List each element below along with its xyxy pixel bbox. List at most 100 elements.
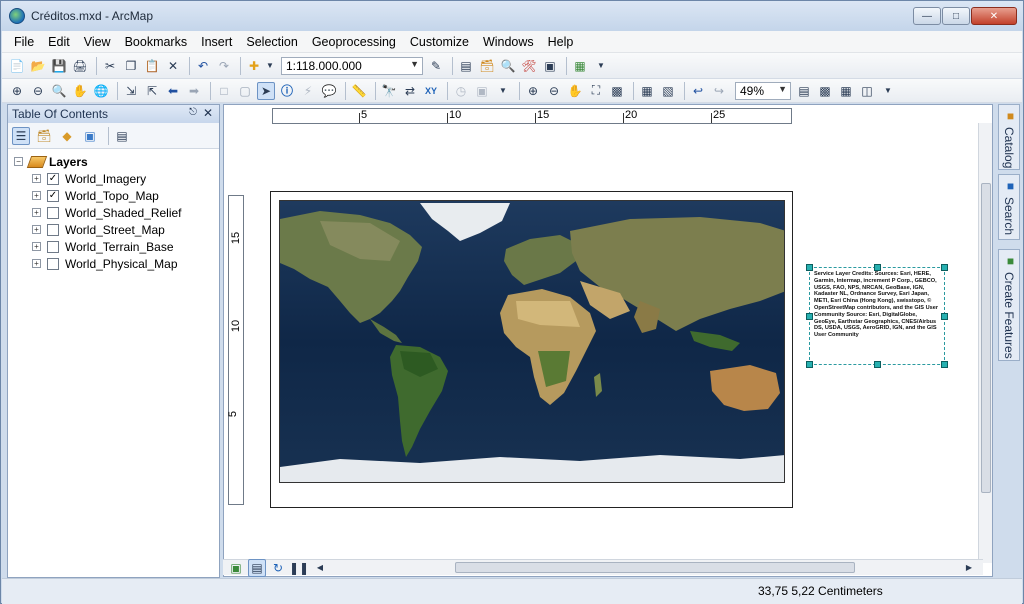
forward-extent-icon[interactable]: ➡ (185, 82, 203, 100)
go-forward-extent-icon[interactable]: ↪ (710, 82, 728, 100)
create-features-tab[interactable]: ■ Create Features (998, 249, 1020, 361)
open-folder-icon[interactable]: 📂 (29, 57, 47, 75)
toc-options-icon[interactable]: ▤ (113, 127, 131, 145)
model-builder-icon[interactable]: ▦ (571, 57, 589, 75)
arctoolbox-icon[interactable]: 🛠 (520, 57, 538, 75)
save-icon[interactable]: 💾 (50, 57, 68, 75)
scroll-right-icon[interactable]: ▶ (960, 559, 978, 577)
pan-hand-icon[interactable]: ✋ (71, 82, 89, 100)
layer-visibility-checkbox[interactable]: ✓ (47, 189, 59, 202)
table-of-contents-icon[interactable]: ▤ (457, 57, 475, 75)
layer-row[interactable]: + ✓ World_Imagery (14, 170, 219, 187)
expand-icon[interactable]: + (32, 174, 41, 183)
editor-toolbar-icon[interactable]: ✎ (427, 57, 445, 75)
menu-insert[interactable]: Insert (201, 35, 232, 49)
scrollbar-thumb[interactable] (981, 183, 991, 493)
close-button[interactable]: ✕ (971, 7, 1017, 25)
html-popup-icon[interactable]: 💬 (320, 82, 338, 100)
layout-zoom-in-icon[interactable]: ⊕ (524, 82, 542, 100)
menu-edit[interactable]: Edit (48, 35, 70, 49)
data-frame-world-map[interactable] (279, 200, 785, 483)
full-extent-globe-icon[interactable]: 🌐 (92, 82, 110, 100)
layer-row[interactable]: + World_Terrain_Base (14, 238, 219, 255)
refresh-icon[interactable]: ↻ (269, 559, 287, 577)
layer-visibility-checkbox[interactable] (47, 240, 59, 253)
back-extent-icon[interactable]: ⬅ (164, 82, 182, 100)
resize-handle[interactable] (806, 264, 813, 271)
clear-selection-icon[interactable]: ▢ (236, 82, 254, 100)
menu-help[interactable]: Help (548, 35, 574, 49)
expand-icon[interactable]: + (32, 208, 41, 217)
list-by-source-icon[interactable]: 🗃 (35, 127, 53, 145)
measure-icon[interactable]: 📏 (350, 82, 368, 100)
menu-file[interactable]: File (14, 35, 34, 49)
cut-icon[interactable]: ✂ (101, 57, 119, 75)
data-view-icon[interactable]: ▣ (227, 559, 245, 577)
find-route-icon[interactable]: ⇄ (401, 82, 419, 100)
menu-geoprocessing[interactable]: Geoprocessing (312, 35, 396, 49)
layer-visibility-checkbox[interactable] (47, 257, 59, 270)
layout-view-icon[interactable]: ▤ (248, 558, 266, 577)
layer-row[interactable]: + World_Physical_Map (14, 255, 219, 272)
chevron-down-icon[interactable]: ▼ (266, 57, 274, 75)
layer-row[interactable]: + ✓ World_Topo_Map (14, 187, 219, 204)
python-window-icon[interactable]: ▣ (541, 57, 559, 75)
expand-icon[interactable]: + (32, 259, 41, 268)
menu-windows[interactable]: Windows (483, 35, 534, 49)
change-layout-icon[interactable]: ▦ (837, 82, 855, 100)
fixed-zoom-out-layout-icon[interactable]: ▧ (659, 82, 677, 100)
fixed-zoom-in-layout-icon[interactable]: ▦ (638, 82, 656, 100)
delete-icon[interactable]: ✕ (164, 57, 182, 75)
new-document-icon[interactable]: 📄 (8, 57, 26, 75)
resize-handle[interactable] (941, 361, 948, 368)
resize-handle[interactable] (806, 313, 813, 320)
zoom-whole-page-icon[interactable]: ⛶ (587, 82, 605, 100)
expand-icon[interactable]: + (32, 225, 41, 234)
fixed-zoom-out-icon[interactable]: ⇱ (143, 82, 161, 100)
fixed-zoom-in-icon[interactable]: ⇲ (122, 82, 140, 100)
copy-icon[interactable]: ❐ (122, 57, 140, 75)
identify-icon[interactable]: ⓘ (278, 82, 296, 100)
zoom-100-percent-icon[interactable]: ▩ (608, 82, 626, 100)
maximize-button[interactable]: □ (942, 7, 970, 25)
paste-icon[interactable]: 📋 (143, 57, 161, 75)
list-by-selection-icon[interactable]: ▣ (81, 127, 99, 145)
zoom-in-icon[interactable]: ⊕ (8, 82, 26, 100)
layer-row[interactable]: + World_Shaded_Relief (14, 204, 219, 221)
layer-row[interactable]: + World_Street_Map (14, 221, 219, 238)
resize-handle[interactable] (806, 361, 813, 368)
map-scale-combo[interactable]: 1:118.000.000 ▼ (281, 56, 423, 75)
close-icon[interactable]: ✕ (203, 106, 213, 120)
scroll-left-icon[interactable]: ◀ (311, 559, 329, 577)
layer-visibility-checkbox[interactable] (47, 206, 59, 219)
layout-pan-icon[interactable]: ✋ (566, 82, 584, 100)
menu-selection[interactable]: Selection (246, 35, 297, 49)
print-icon[interactable]: 🖨 (71, 57, 89, 75)
resize-handle[interactable] (941, 264, 948, 271)
viewer-window-icon[interactable]: ▣ (473, 82, 491, 100)
expand-icon[interactable]: + (32, 191, 41, 200)
time-slider-icon[interactable]: ◷ (452, 82, 470, 100)
list-by-visibility-icon[interactable]: ◆ (58, 127, 76, 145)
toolbar-options-icon[interactable]: ▼ (879, 82, 897, 100)
redo-icon[interactable]: ↷ (215, 57, 233, 75)
data-driven-pages-icon[interactable]: ◫ (858, 82, 876, 100)
catalog-tab[interactable]: ■ Catalog (998, 104, 1020, 170)
zoom-out-icon[interactable]: ⊖ (29, 82, 47, 100)
minimize-button[interactable]: — (913, 7, 941, 25)
layout-view[interactable]: 5 10 15 20 25 15 10 5 Service Layer Cred… (223, 104, 993, 577)
horizontal-scrollbar[interactable]: ▣ ▤ ↻ ❚❚ ◀ ▶ (223, 558, 983, 577)
go-to-xy-icon[interactable]: XY (422, 82, 440, 100)
hyperlink-icon[interactable]: ⚡ (299, 82, 317, 100)
collapse-icon[interactable]: − (14, 157, 23, 166)
resize-handle[interactable] (874, 361, 881, 368)
catalog-window-icon[interactable]: 🗃 (478, 57, 496, 75)
toggle-draft-mode-icon[interactable]: ▤ (795, 82, 813, 100)
menu-customize[interactable]: Customize (410, 35, 469, 49)
credits-text-element[interactable]: Service Layer Credits: Sources: Esri, HE… (806, 264, 948, 368)
pause-drawing-icon[interactable]: ❚❚ (289, 559, 309, 577)
toolbar-options-icon[interactable]: ▼ (592, 57, 610, 75)
vertical-scrollbar[interactable] (978, 123, 992, 563)
layers-group-row[interactable]: − Layers (14, 153, 219, 170)
layer-visibility-checkbox[interactable]: ✓ (47, 172, 59, 185)
